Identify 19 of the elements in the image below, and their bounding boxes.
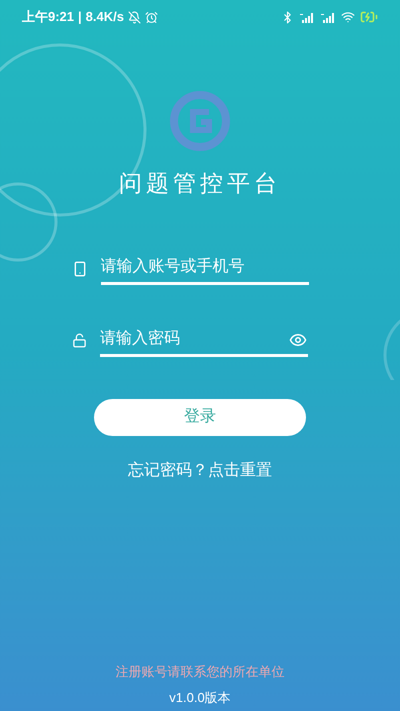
alarm-clock-icon [144,10,158,24]
network-speed: 8.4K/s [86,8,124,26]
bluetooth-icon [281,10,294,24]
lock-icon [72,333,87,348]
logo-icon [169,90,231,152]
status-time: 上午9:21 [22,8,74,26]
status-separator: | [78,8,82,26]
register-note: 注册账号请联系您的所在单位 [116,663,284,681]
phone-icon [72,260,88,276]
version-label: v1.0.0版本 [169,688,231,706]
account-field[interactable]: 请输入账号或手机号 [100,252,308,284]
app-title: 问题管控平台 [119,169,281,198]
bell-off-icon [128,10,141,24]
wifi-icon [341,10,355,24]
forgot-password-link[interactable]: 忘记密码？点击重置 [128,458,272,482]
password-field[interactable]: 请输入密码 [100,324,308,356]
signal-icon [320,12,336,22]
signal-icon [299,12,315,22]
login-button[interactable]: 登录 [94,398,306,436]
